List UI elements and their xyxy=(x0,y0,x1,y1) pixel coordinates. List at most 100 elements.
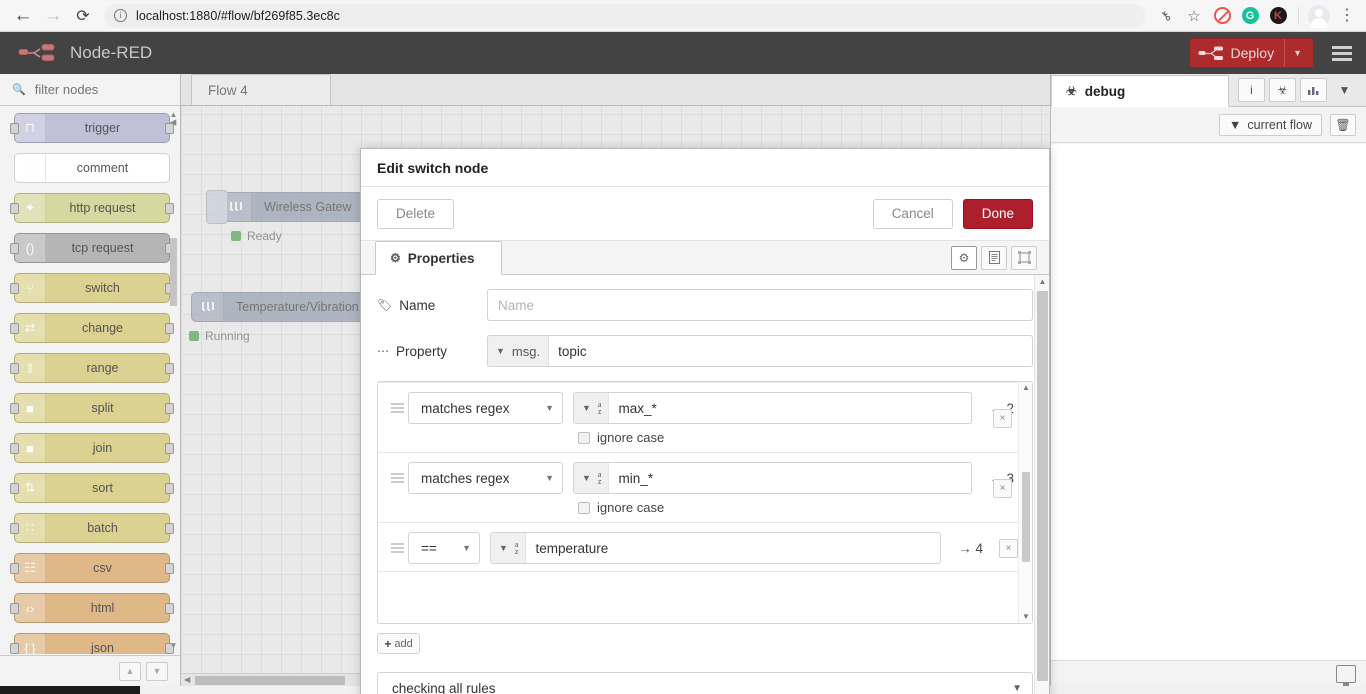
adblock-extension-icon[interactable] xyxy=(1209,3,1235,29)
rule-value-type-select[interactable]: ▼ a z xyxy=(491,533,527,563)
remove-rule-button[interactable]: × xyxy=(993,479,1012,498)
password-key-icon[interactable]: ⚷ xyxy=(1153,3,1179,29)
app-header: Node-RED Deploy ▼ xyxy=(0,32,1366,74)
cancel-button[interactable]: Cancel xyxy=(872,198,953,229)
rule-value-text[interactable]: temperature xyxy=(526,541,608,556)
filter-nodes-input[interactable] xyxy=(32,81,153,98)
info-tab-button[interactable]: i xyxy=(1238,78,1265,102)
rules-scroll-up-icon[interactable]: ▲ xyxy=(1019,382,1032,394)
canvas-scroll-left-icon[interactable]: ◀ xyxy=(184,675,190,684)
remove-rule-button[interactable]: × xyxy=(999,538,1018,558)
palette-node-tcp-request[interactable]: () tcp request xyxy=(10,233,174,263)
site-info-icon[interactable]: i xyxy=(114,9,127,22)
rule-main: matches regex ▼ ▼ a z min_* → 3 xyxy=(378,462,1018,494)
rule-value-text[interactable]: max_* xyxy=(609,401,656,416)
palette-scroll-down-icon[interactable]: ▼ xyxy=(169,641,178,650)
add-rule-button[interactable]: + add xyxy=(377,633,420,654)
three-dot-menu-icon[interactable]: ⋮ xyxy=(1334,3,1360,29)
rule-value-type-select[interactable]: ▼ a z xyxy=(574,463,610,493)
rule-operator-label: matches regex xyxy=(421,470,510,486)
rule-remove-wrap: × xyxy=(987,479,1012,498)
palette-scroll-thumb[interactable] xyxy=(170,238,177,306)
monitor-icon[interactable] xyxy=(1336,664,1356,686)
palette-node-http-request[interactable]: ✦ http request xyxy=(10,193,174,223)
node-input-port xyxy=(10,283,19,294)
ignore-case-checkbox[interactable] xyxy=(578,501,590,514)
drag-handle-icon[interactable] xyxy=(386,403,408,413)
bookmark-star-icon[interactable]: ☆ xyxy=(1181,3,1207,29)
debug-tab-button[interactable]: ☣ xyxy=(1269,78,1296,102)
canvas-scroll-thumb[interactable] xyxy=(195,676,345,685)
palette-node-range[interactable]: ‖ range xyxy=(10,353,174,383)
grammarly-extension-icon[interactable]: G xyxy=(1237,3,1263,29)
property-typed-input[interactable]: ▼ msg. topic xyxy=(487,335,1033,367)
back-icon[interactable]: ← xyxy=(8,1,38,31)
flow-tab[interactable]: Flow 4 xyxy=(191,74,331,105)
check-mode-select[interactable]: checking all rules ▼ xyxy=(377,672,1033,694)
hamburger-menu-icon[interactable] xyxy=(1332,45,1352,61)
kaspersky-extension-icon[interactable]: K xyxy=(1265,3,1291,29)
palette-node-comment[interactable]: ◯ comment xyxy=(14,153,170,183)
drag-handle-icon[interactable] xyxy=(386,543,408,553)
rules-scroll-thumb[interactable] xyxy=(1022,472,1030,562)
palette-node-trigger[interactable]: ⊓ trigger xyxy=(10,113,174,143)
ignore-case-row[interactable]: ignore case xyxy=(378,430,1018,445)
rule-value-input[interactable]: ▼ a z temperature xyxy=(490,532,941,564)
dialog-scroll-up-icon[interactable]: ▲ xyxy=(1035,275,1050,289)
palette-node-join[interactable]: ■ join xyxy=(10,433,174,463)
sidebar-menu-button[interactable]: ▼ xyxy=(1331,78,1358,102)
current-flow-filter-button[interactable]: ▼ current flow xyxy=(1219,113,1322,136)
rule-operator-select[interactable]: == ▼ xyxy=(408,532,480,564)
delete-button[interactable]: Delete xyxy=(377,198,455,229)
deploy-button[interactable]: Deploy ▼ xyxy=(1189,38,1314,68)
palette-search-row[interactable]: 🔍 xyxy=(0,74,180,106)
clear-debug-button[interactable]: 🗑 xyxy=(1330,113,1356,136)
rule-value-text[interactable]: min_* xyxy=(609,471,653,486)
palette-node-html[interactable]: ‹› html xyxy=(10,593,174,623)
remove-rule-button[interactable]: × xyxy=(993,409,1012,428)
settings-tool-button[interactable]: ⚙ xyxy=(951,245,977,270)
drag-handle-icon[interactable] xyxy=(386,473,408,483)
appearance-tool-button[interactable] xyxy=(1011,245,1037,270)
palette-scroll-up-icon[interactable]: ▲ xyxy=(169,110,178,119)
node-selection-handle[interactable] xyxy=(206,190,228,224)
palette-node-json[interactable]: { } json xyxy=(10,633,174,654)
property-label: ⋯ Property xyxy=(377,343,448,359)
rule-value-input[interactable]: ▼ a z min_* xyxy=(573,462,972,494)
done-button[interactable]: Done xyxy=(962,198,1033,229)
dialog-scrollbar[interactable]: ▲ ▼ xyxy=(1034,275,1049,694)
palette-node-list: ⊓ trigger ◯ comment ✦ http request () tcp reque… xyxy=(0,107,180,654)
palette-node-change[interactable]: ⇄ change xyxy=(10,313,174,343)
ignore-case-row[interactable]: ignore case xyxy=(378,500,1018,515)
palette-scrollbar[interactable]: ▲ ▼ xyxy=(169,110,178,650)
palette-node-csv[interactable]: ☷ csv xyxy=(10,553,174,583)
property-value[interactable]: topic xyxy=(549,344,587,359)
address-bar[interactable]: i localhost:1880/#flow/bf269f85.3ec8c xyxy=(104,3,1145,28)
palette-node-sort[interactable]: ⇅ sort xyxy=(10,473,174,503)
tab-debug[interactable]: ☣ debug xyxy=(1051,75,1229,107)
forward-icon[interactable]: → xyxy=(38,1,68,31)
dialog-scroll-thumb[interactable] xyxy=(1037,291,1048,681)
description-tool-button[interactable] xyxy=(981,245,1007,270)
rule-operator-select[interactable]: matches regex ▼ xyxy=(408,392,563,424)
deploy-dropdown-caret[interactable]: ▼ xyxy=(1284,39,1311,67)
property-type-select[interactable]: ▼ msg. xyxy=(488,336,550,366)
reload-icon[interactable]: ⟳ xyxy=(68,1,98,31)
dashboard-tab-button[interactable] xyxy=(1300,78,1327,102)
plus-icon: + xyxy=(384,636,392,651)
palette-node-switch[interactable]: ⑂ switch xyxy=(10,273,174,303)
rules-scroll-down-icon[interactable]: ▼ xyxy=(1019,611,1032,623)
expand-all-button[interactable]: ▼ xyxy=(146,661,168,681)
tab-properties[interactable]: ⚙ Properties xyxy=(375,241,502,275)
profile-avatar-icon[interactable] xyxy=(1306,3,1332,29)
rule-operator-select[interactable]: matches regex ▼ xyxy=(408,462,563,494)
rules-scrollbar[interactable]: ▲ ▼ xyxy=(1018,382,1032,623)
collapse-all-button[interactable]: ▲ xyxy=(119,661,141,681)
palette-node-batch[interactable]: ∷ batch xyxy=(10,513,174,543)
debug-message-list[interactable] xyxy=(1051,144,1366,660)
rule-value-input[interactable]: ▼ a z max_* xyxy=(573,392,972,424)
rule-value-type-select[interactable]: ▼ a z xyxy=(574,393,610,423)
palette-node-split[interactable]: ■ split xyxy=(10,393,174,423)
name-input[interactable]: Name xyxy=(487,289,1033,321)
ignore-case-checkbox[interactable] xyxy=(578,431,590,444)
